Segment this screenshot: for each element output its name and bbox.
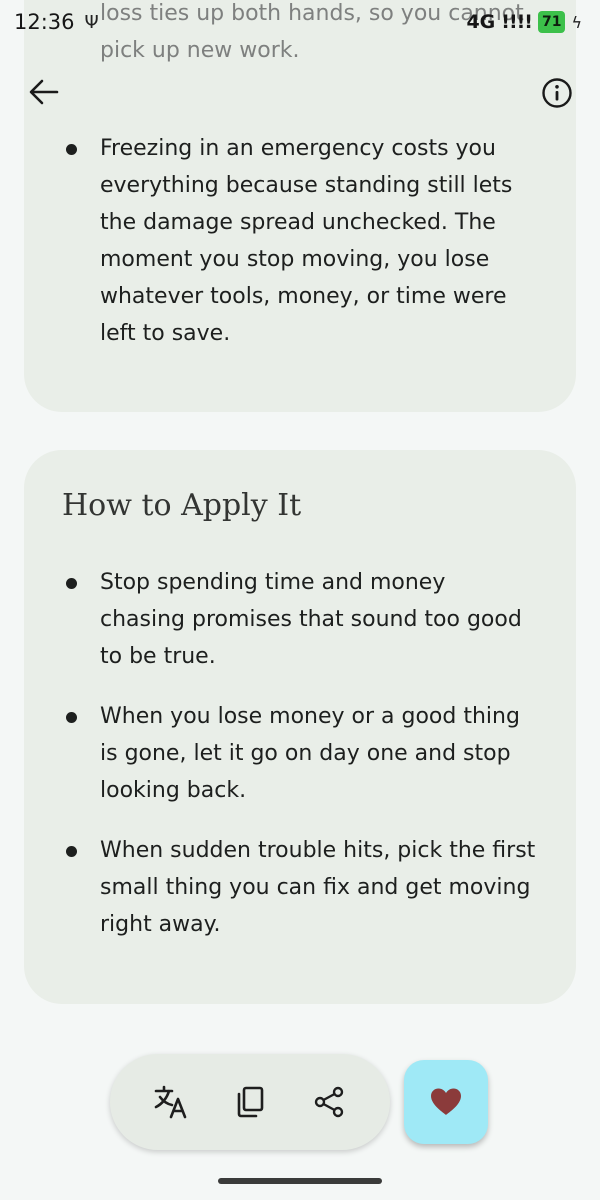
network-label: 4G bbox=[466, 11, 496, 33]
translate-icon bbox=[155, 1085, 187, 1119]
clock: 12:36 bbox=[14, 10, 75, 34]
info-icon bbox=[542, 78, 572, 108]
status-right: 4G !!!! 71 ϟ bbox=[466, 11, 582, 33]
how-to-apply-card: How to Apply It Stop spending time and m… bbox=[24, 450, 576, 1004]
bullet-dot bbox=[66, 712, 77, 723]
apply-bullet-list: Stop spending time and money chasing pro… bbox=[64, 564, 536, 943]
favorite-button[interactable] bbox=[404, 1060, 488, 1144]
top-bullet-list: Freezing in an emergency costs you every… bbox=[64, 130, 536, 352]
arrow-back-icon bbox=[29, 79, 59, 105]
charging-icon: ϟ bbox=[571, 12, 582, 32]
back-button[interactable] bbox=[24, 74, 64, 110]
content-card-top: back a single cent. Holding onto an old … bbox=[24, 0, 576, 412]
bullet-text: Stop spending time and money chasing pro… bbox=[100, 570, 522, 669]
list-item: Freezing in an emergency costs you every… bbox=[64, 130, 536, 352]
status-bar: 12:36 Ψ 4G !!!! 71 ϟ bbox=[0, 0, 600, 44]
copy-icon bbox=[237, 1086, 264, 1118]
translate-button[interactable] bbox=[145, 1076, 197, 1128]
bullet-text: When sudden trouble hits, pick the first… bbox=[100, 838, 536, 937]
share-button[interactable] bbox=[303, 1076, 355, 1128]
list-item: Stop spending time and money chasing pro… bbox=[64, 564, 536, 675]
signal-icon: !!!! bbox=[501, 11, 533, 33]
status-left: 12:36 Ψ bbox=[14, 10, 99, 34]
bullet-dot bbox=[66, 144, 77, 155]
home-indicator[interactable] bbox=[218, 1178, 382, 1184]
usb-icon: Ψ bbox=[84, 11, 99, 33]
info-button[interactable] bbox=[540, 76, 574, 110]
bullet-dot bbox=[66, 578, 77, 589]
list-item: When you lose money or a good thing is g… bbox=[64, 698, 536, 809]
bullet-dot bbox=[66, 846, 77, 857]
list-item: When sudden trouble hits, pick the first… bbox=[64, 832, 536, 943]
copy-button[interactable] bbox=[224, 1076, 276, 1128]
bullet-text: Freezing in an emergency costs you every… bbox=[100, 136, 513, 346]
share-icon bbox=[314, 1086, 343, 1118]
heart-icon bbox=[431, 1088, 461, 1115]
bullet-text: When you lose money or a good thing is g… bbox=[100, 704, 520, 803]
section-title: How to Apply It bbox=[62, 488, 302, 523]
battery-indicator: 71 bbox=[537, 11, 566, 33]
bottom-toolbar bbox=[110, 1054, 390, 1150]
